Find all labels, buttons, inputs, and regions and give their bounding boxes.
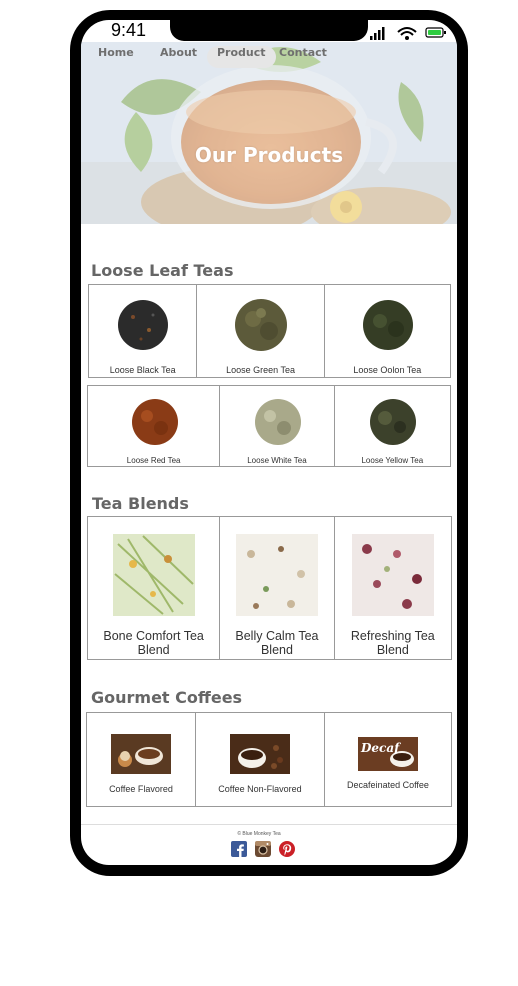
product-label: Refreshing Tea Blend <box>350 629 435 657</box>
product-label: Loose Green Tea <box>226 365 295 375</box>
footer-divider <box>81 824 457 825</box>
product-label: Bone Comfort Tea Blend <box>103 629 204 657</box>
phone-notch <box>170 20 368 41</box>
signal-icon <box>370 27 385 40</box>
status-time: 9:41 <box>111 20 147 40</box>
product-label: Loose Yellow Tea <box>361 456 424 465</box>
product-loose-black-tea[interactable]: Loose Black Tea <box>89 285 198 377</box>
product-belly-calm-blend[interactable]: Belly Calm Tea Blend <box>220 517 335 659</box>
product-loose-red-tea[interactable]: Loose Red Tea <box>88 386 221 466</box>
product-loose-oolon-tea[interactable]: Loose Oolon Tea <box>325 285 450 377</box>
page-title: Our Products <box>194 143 344 167</box>
product-coffee-flavored[interactable]: Coffee Flavored <box>87 713 196 806</box>
product-label: Loose Red Tea <box>126 456 181 465</box>
section-title-loose-leaf: Loose Leaf Teas <box>91 261 234 280</box>
svg-text:Decaf: Decaf <box>360 741 401 755</box>
product-label: Belly Calm Tea Blend <box>235 629 319 657</box>
facebook-icon[interactable] <box>231 841 247 857</box>
nav-product[interactable]: Product <box>207 46 276 68</box>
product-label: Loose White Tea <box>247 456 307 465</box>
product-loose-green-tea[interactable]: Loose Green Tea <box>197 285 325 377</box>
section-title-blends: Tea Blends <box>92 494 189 513</box>
product-decaf-coffee[interactable]: Decaf Decafeinated Coffee <box>325 713 451 806</box>
blends-row: Bone Comfort Tea Blend Belly Calm Tea Bl… <box>87 516 452 660</box>
battery-icon <box>425 27 446 38</box>
product-coffee-non-flavored[interactable]: Coffee Non-Flavored <box>196 713 325 806</box>
refreshing-blend-image <box>351 534 434 616</box>
coffee-non-flavored-image <box>230 734 290 774</box>
loose-white-tea-image <box>255 399 302 445</box>
nav-contact[interactable]: Contact <box>269 46 337 68</box>
nav-about[interactable]: About <box>150 46 207 68</box>
loose-yellow-tea-image <box>369 399 416 445</box>
product-label: Coffee Flavored <box>109 784 173 794</box>
hero-banner <box>81 42 457 224</box>
loose-green-tea-image <box>235 299 288 351</box>
coffees-row: Coffee Flavored Coffee Non-Flavored Deca… <box>86 712 452 807</box>
loose-leaf-row-2: Loose Red Tea Loose White Tea Loose Yell… <box>87 385 451 467</box>
coffee-flavored-image <box>111 734 171 774</box>
product-refreshing-blend[interactable]: Refreshing Tea Blend <box>335 517 451 659</box>
status-icons <box>370 27 446 40</box>
loose-red-tea-image <box>132 399 178 445</box>
hero-tea-image <box>81 42 457 224</box>
loose-oolon-tea-image <box>362 300 413 350</box>
belly-calm-blend-image <box>236 534 319 616</box>
top-nav: Home About Product Contact <box>81 46 457 68</box>
product-label: Loose Black Tea <box>109 365 176 375</box>
instagram-icon[interactable] <box>255 841 271 857</box>
product-label: Decafeinated Coffee <box>347 780 429 790</box>
product-label: Coffee Non-Flavored <box>218 784 302 794</box>
bone-comfort-blend-image <box>113 534 195 616</box>
wifi-icon <box>397 27 417 40</box>
loose-black-tea-image <box>118 300 168 350</box>
product-loose-yellow-tea[interactable]: Loose Yellow Tea <box>335 386 450 466</box>
nav-home[interactable]: Home <box>88 46 144 68</box>
footer-copyright: © Blue Monkey Tea <box>237 831 281 837</box>
product-bone-comfort-blend[interactable]: Bone Comfort Tea Blend <box>88 517 221 659</box>
pinterest-icon[interactable] <box>279 841 295 857</box>
section-title-coffees: Gourmet Coffees <box>91 688 243 707</box>
decaf-coffee-image: Decaf <box>358 737 418 771</box>
product-label: Loose Oolon Tea <box>353 365 422 375</box>
loose-leaf-row-1: Loose Black Tea Loose Green Tea Loose Oo… <box>88 284 451 378</box>
product-loose-white-tea[interactable]: Loose White Tea <box>220 386 335 466</box>
